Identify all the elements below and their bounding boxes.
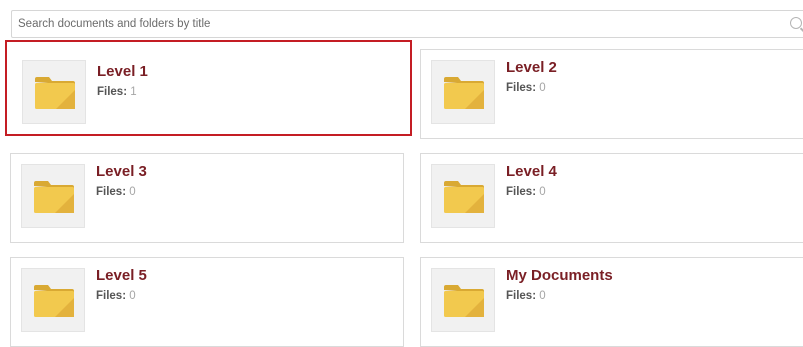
folder-file-count: Files: 0 <box>96 186 136 198</box>
folder-card-level-3[interactable]: Level 3 Files: 0 <box>10 153 404 243</box>
folder-title[interactable]: Level 2 <box>506 59 557 76</box>
files-value: 0 <box>129 186 136 198</box>
folder-thumbnail <box>431 164 495 228</box>
search-input[interactable] <box>12 11 778 37</box>
folder-thumbnail <box>21 164 85 228</box>
files-label: Files: <box>96 290 127 302</box>
folder-thumbnail <box>22 60 86 124</box>
files-label: Files: <box>506 82 537 94</box>
folder-file-count: Files: 0 <box>96 290 136 302</box>
folder-title[interactable]: Level 4 <box>506 163 557 180</box>
folder-file-count: Files: 0 <box>506 186 546 198</box>
folder-icon <box>34 285 74 317</box>
search-bar <box>11 10 803 38</box>
folder-thumbnail <box>431 268 495 332</box>
files-value: 0 <box>539 82 546 94</box>
files-label: Files: <box>506 290 537 302</box>
files-label: Files: <box>96 186 127 198</box>
folder-icon <box>444 77 484 109</box>
files-value: 0 <box>129 290 136 302</box>
folder-title[interactable]: My Documents <box>506 267 613 284</box>
folder-file-count: Files: 1 <box>97 86 137 98</box>
folder-card-my-documents[interactable]: My Documents Files: 0 <box>420 257 803 347</box>
folder-thumbnail <box>431 60 495 124</box>
folder-title[interactable]: Level 3 <box>96 163 147 180</box>
folder-thumbnail <box>21 268 85 332</box>
folder-file-count: Files: 0 <box>506 290 546 302</box>
files-label: Files: <box>97 86 128 98</box>
folder-title[interactable]: Level 5 <box>96 267 147 284</box>
folder-icon <box>444 181 484 213</box>
folder-icon <box>35 77 75 109</box>
folder-card-level-2[interactable]: Level 2 Files: 0 <box>420 49 803 139</box>
folder-title[interactable]: Level 1 <box>97 63 148 80</box>
folder-card-level-4[interactable]: Level 4 Files: 0 <box>420 153 803 243</box>
folder-card-level-1[interactable]: Level 1 Files: 1 <box>5 40 412 136</box>
folder-file-count: Files: 0 <box>506 82 546 94</box>
search-icon[interactable] <box>790 17 802 29</box>
files-value: 0 <box>539 186 546 198</box>
folder-icon <box>444 285 484 317</box>
files-value: 1 <box>130 86 137 98</box>
folder-icon <box>34 181 74 213</box>
files-value: 0 <box>539 290 546 302</box>
files-label: Files: <box>506 186 537 198</box>
folder-card-level-5[interactable]: Level 5 Files: 0 <box>10 257 404 347</box>
